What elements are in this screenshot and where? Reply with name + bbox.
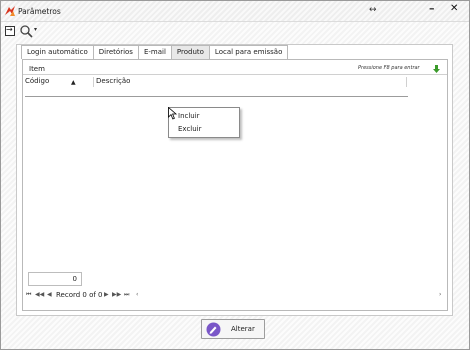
minimize-icon[interactable]: – <box>429 2 435 15</box>
settings-panel: Login automático Diretórios E-mail Produ… <box>16 44 453 316</box>
item-group-header: Item Pressione F8 para entrar <box>23 64 447 75</box>
edit-icon <box>206 322 221 337</box>
record-count-field: 0 <box>28 272 82 286</box>
record-navigator: ⏮ ◀◀ ◀ Record 0 of 0 ▶ ▶▶ ⏭ ‹ › <box>23 290 447 302</box>
tab-email[interactable]: E-mail <box>137 45 172 59</box>
column-label-descricao: Descrição <box>96 77 131 85</box>
tab-produto[interactable]: Produto <box>170 45 210 59</box>
f8-hint: Pressione F8 para entrar <box>358 65 420 71</box>
nav-next-icon[interactable]: ▶ <box>104 291 109 298</box>
menu-item-incluir[interactable]: Incluir <box>169 110 239 123</box>
column-header-codigo[interactable]: Código ▲ <box>25 77 89 87</box>
toolbar: ▾ <box>1 23 469 39</box>
context-menu: Incluir Excluir <box>168 107 240 138</box>
title-bar: Parâmetros ↔ – ✕ <box>1 1 469 22</box>
exit-icon[interactable] <box>5 25 15 36</box>
menu-item-excluir[interactable]: Excluir <box>169 123 239 136</box>
restore-icon[interactable]: ↔ <box>369 5 377 15</box>
nav-prev-icon[interactable]: ◀ <box>47 291 52 298</box>
empty-row[interactable] <box>25 88 408 97</box>
nav-next-page-icon[interactable]: ▶▶ <box>112 291 121 298</box>
scroll-left-icon[interactable]: ‹ <box>136 291 138 298</box>
product-grid: Item Pressione F8 para entrar Código ▲ D… <box>22 59 448 311</box>
chevron-down-icon[interactable]: ▾ <box>34 26 37 33</box>
column-header-extra[interactable] <box>406 77 442 87</box>
nav-last-icon[interactable]: ⏭ <box>124 291 129 299</box>
tab-diretorios[interactable]: Diretórios <box>92 45 139 59</box>
scroll-right-icon[interactable]: › <box>439 291 441 298</box>
tab-strip: Login automático Diretórios E-mail Produ… <box>21 45 289 60</box>
nav-first-icon[interactable]: ⏮ <box>26 291 31 299</box>
column-label-codigo: Código <box>25 77 50 85</box>
column-headers: Código ▲ Descrição <box>23 77 447 87</box>
tab-local-para-emissao[interactable]: Local para emissão <box>208 45 289 59</box>
column-header-descricao[interactable]: Descrição <box>93 77 403 87</box>
window-title: Parâmetros <box>18 7 61 16</box>
mouse-cursor-icon <box>168 107 178 120</box>
app-logo-icon <box>5 6 15 16</box>
record-position: Record 0 of 0 <box>56 291 103 299</box>
app-window: Parâmetros ↔ – ✕ ▾ Login automático Dire… <box>0 0 470 350</box>
close-icon[interactable]: ✕ <box>450 3 458 14</box>
add-arrow-icon[interactable] <box>433 65 440 73</box>
alterar-button[interactable]: Alterar <box>201 319 265 339</box>
item-group-label: Item <box>29 65 45 73</box>
sort-ascending-icon: ▲ <box>71 79 76 86</box>
zoom-icon[interactable] <box>19 24 33 38</box>
nav-prev-page-icon[interactable]: ◀◀ <box>35 291 44 298</box>
tab-login-automatico[interactable]: Login automático <box>21 45 94 59</box>
alterar-label: Alterar <box>231 325 255 333</box>
